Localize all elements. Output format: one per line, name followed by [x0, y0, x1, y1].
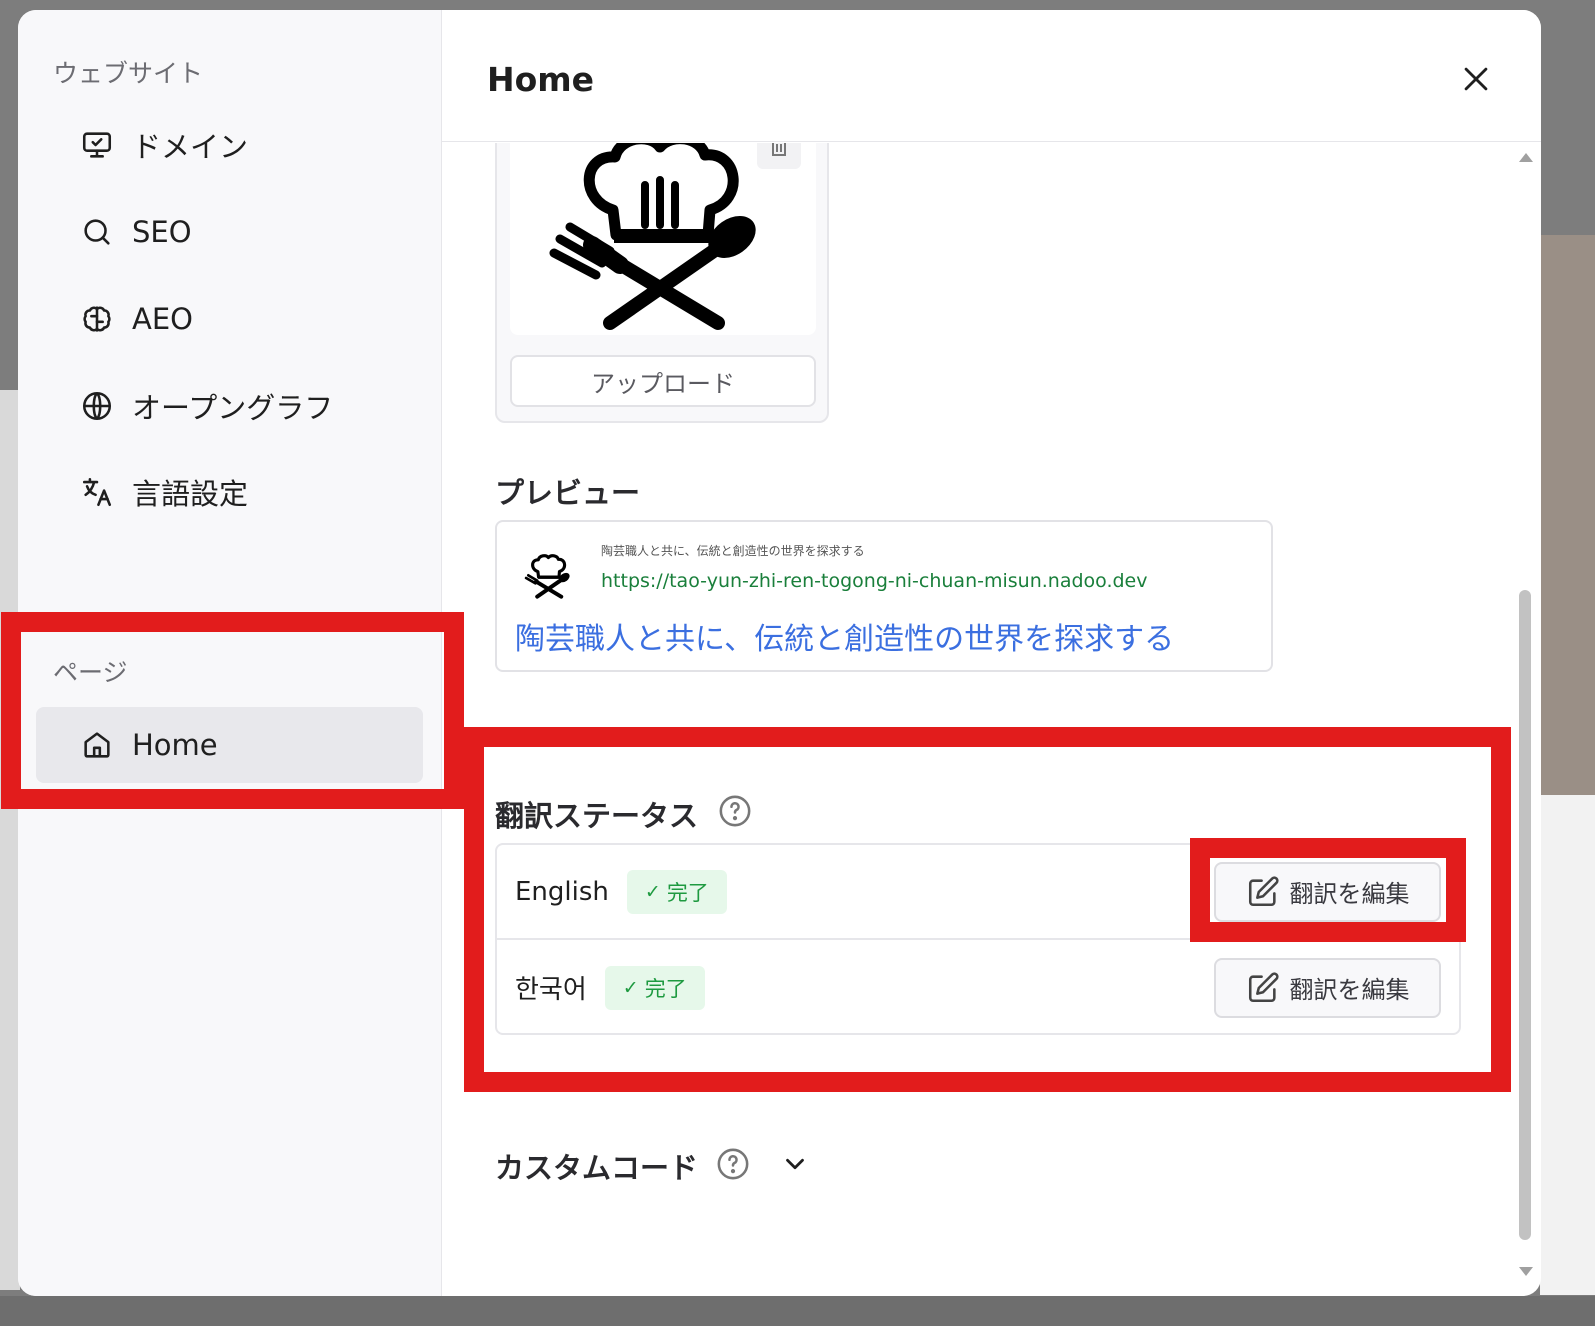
table-row: 한국어 ✓ 完了 翻訳を編集	[497, 940, 1459, 1035]
status-text: 完了	[644, 976, 687, 1001]
main-panel: アップロード プレビュー 陶芸職人と共に、伝統と創造性の世界を探求する http…	[442, 10, 1541, 1296]
preview-site-name: 陶芸職人と共に、伝統と創造性の世界を探求する	[601, 544, 865, 558]
table-row: English ✓ 完了 翻訳を編集	[497, 845, 1459, 940]
help-icon[interactable]	[716, 1147, 750, 1185]
background-page-right	[1540, 235, 1595, 795]
status-badge: ✓ 完了	[604, 965, 705, 1010]
custom-code-title: カスタムコード	[495, 1151, 699, 1185]
custom-code-section[interactable]: カスタムコード	[495, 1145, 810, 1187]
translation-status-heading: 翻訳ステータス	[495, 793, 752, 835]
sidebar-item-label: 言語設定	[132, 477, 249, 511]
close-icon	[1464, 67, 1488, 91]
preview-url: https://tao-yun-zhi-ren-togong-ni-chuan-…	[601, 570, 1148, 592]
language-name: 한국어	[515, 975, 587, 1005]
translate-icon	[80, 475, 114, 509]
scroll-content: アップロード プレビュー 陶芸職人と共に、伝統と創造性の世界を探求する http…	[442, 143, 1541, 1296]
edit-translation-label: 翻訳を編集	[1289, 976, 1410, 1004]
check-icon: ✓	[622, 976, 639, 999]
sidebar-item-open-graph[interactable]: オープングラフ	[36, 368, 423, 444]
pages-section-label: ページ	[53, 658, 128, 687]
check-icon: ✓	[644, 880, 661, 903]
section-divider	[495, 738, 1481, 739]
sidebar-item-label: ドメイン	[132, 130, 249, 164]
edit-icon	[1246, 875, 1280, 909]
sidebar-item-language[interactable]: 言語設定	[36, 454, 423, 530]
home-icon	[80, 728, 114, 762]
search-icon	[80, 215, 114, 249]
preview-section-title: プレビュー	[495, 476, 641, 510]
modal-header: Home	[442, 10, 1541, 142]
brain-icon	[80, 302, 114, 336]
background-page-right-lower	[1540, 795, 1595, 1295]
sidebar: ウェブサイト ドメイン SEO AEO オープングラフ 言語設定 ページ Hom…	[18, 10, 442, 1296]
chevron-down-icon[interactable]	[780, 1149, 810, 1183]
globe-icon	[80, 389, 114, 423]
sidebar-item-seo[interactable]: SEO	[36, 194, 423, 270]
search-preview-card: 陶芸職人と共に、伝統と創造性の世界を探求する https://tao-yun-z…	[495, 520, 1273, 672]
help-icon[interactable]	[718, 794, 752, 835]
monitor-icon	[80, 128, 114, 162]
sidebar-item-label: SEO	[132, 215, 192, 249]
image-upload-card: アップロード	[495, 143, 829, 423]
sidebar-item-home[interactable]: Home	[36, 707, 423, 783]
scroll-down-arrow[interactable]	[1519, 1267, 1533, 1276]
preview-title: 陶芸職人と共に、伝統と創造性の世界を探求する	[515, 622, 1175, 657]
website-section-label: ウェブサイト	[53, 59, 204, 88]
sidebar-item-label: AEO	[132, 302, 193, 336]
translation-status-table: English ✓ 完了 翻訳を編集 한국어 ✓ 完了 翻訳を編集	[495, 843, 1461, 1035]
chef-logo-image	[549, 143, 756, 330]
scrollbar-thumb[interactable]	[1519, 590, 1531, 1240]
sidebar-item-domain[interactable]: ドメイン	[36, 107, 423, 183]
sidebar-item-label: オープングラフ	[132, 391, 334, 425]
background-page-left	[0, 390, 20, 1290]
scrollbar[interactable]	[1517, 150, 1533, 1276]
sidebar-item-aeo[interactable]: AEO	[36, 281, 423, 357]
status-badge: ✓ 完了	[626, 869, 727, 914]
edit-translation-label: 翻訳を編集	[1289, 880, 1410, 908]
settings-modal: ウェブサイト ドメイン SEO AEO オープングラフ 言語設定 ページ Hom…	[18, 10, 1541, 1296]
edit-translation-button[interactable]: 翻訳を編集	[1214, 861, 1441, 922]
delete-image-button[interactable]	[757, 143, 801, 169]
image-preview	[510, 143, 816, 335]
page-title: Home	[487, 60, 595, 99]
preview-logo	[515, 542, 583, 610]
upload-button[interactable]: アップロード	[510, 355, 816, 407]
translation-status-title: 翻訳ステータス	[495, 799, 699, 833]
edit-translation-button[interactable]: 翻訳を編集	[1214, 957, 1441, 1018]
background-page-bottom	[0, 1296, 1595, 1326]
scroll-up-arrow[interactable]	[1519, 153, 1533, 162]
status-text: 完了	[666, 880, 709, 905]
sidebar-item-label: Home	[132, 728, 218, 762]
trash-icon	[772, 143, 786, 156]
close-button[interactable]	[1459, 62, 1493, 96]
language-name: English	[515, 876, 609, 907]
edit-icon	[1246, 971, 1280, 1005]
